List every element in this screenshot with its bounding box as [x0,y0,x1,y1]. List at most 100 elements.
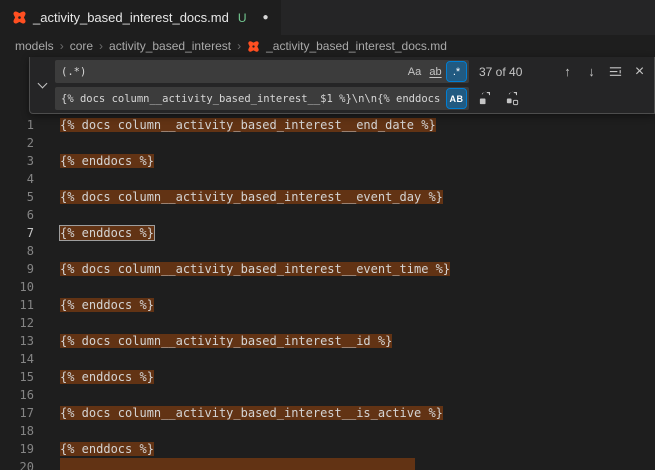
editor-line[interactable]: 13 {% docs column__activity_based_intere… [0,332,655,350]
line-content[interactable]: {% docs column__activity_based_interest_… [60,332,392,350]
find-input[interactable]: (.*) Aa ab .* [55,60,469,83]
line-content[interactable]: {% enddocs %} [60,368,154,386]
breadcrumb-item-models[interactable]: models [15,39,54,53]
line-text: {% enddocs %} [60,298,154,312]
line-content[interactable]: {% docs column__activity_based_interest_… [60,188,443,206]
find-actions: ↑ ↓ × [557,61,650,82]
tab-title: _activity_based_interest_docs.md [33,10,229,25]
breadcrumb-item-activity-based-interest[interactable]: activity_based_interest [109,39,231,53]
partial-match-highlight [60,458,415,470]
replace-input[interactable]: {% docs column__activity_based_interest_… [55,87,469,110]
line-number[interactable]: 8 [0,242,34,260]
line-number[interactable]: 14 [0,350,34,368]
find-row: (.*) Aa ab .* 37 of 40 ↑ ↓ [55,60,650,83]
close-button[interactable]: × [629,61,650,82]
line-content[interactable] [60,458,415,470]
line-number[interactable]: 6 [0,206,34,224]
replace-button[interactable] [475,88,496,109]
find-options: Aa ab .* [405,62,466,81]
replace-row: {% docs column__activity_based_interest_… [55,87,650,110]
chevron-right-icon: › [60,39,64,53]
line-content[interactable]: {% enddocs %} [60,440,154,458]
line-number[interactable]: 18 [0,422,34,440]
line-number[interactable]: 2 [0,134,34,152]
editor-line[interactable]: 7 {% enddocs %} [0,224,655,242]
editor-line[interactable]: 20 [0,458,655,470]
match-case-button[interactable]: Aa [405,62,424,81]
editor-line[interactable]: 10 [0,278,655,296]
editor-line[interactable]: 3 {% enddocs %} [0,152,655,170]
line-number[interactable]: 15 [0,368,34,386]
breadcrumb-file-icon [247,40,260,53]
line-number[interactable]: 20 [0,458,34,470]
selection-lines-icon [608,64,623,79]
vscode-window: _activity_based_interest_docs.md U ● mod… [0,0,655,470]
find-results-count: 37 of 40 [479,65,522,79]
chevron-right-icon: › [237,39,241,53]
replace-icon [478,91,493,106]
line-number[interactable]: 7 [0,224,34,242]
editor-line[interactable]: 14 [0,350,655,368]
line-content[interactable]: {% docs column__activity_based_interest_… [60,116,436,134]
line-number[interactable]: 5 [0,188,34,206]
line-text: {% enddocs %} [60,154,154,168]
whole-word-button[interactable]: ab [426,62,445,81]
line-content[interactable]: {% enddocs %} [60,296,154,314]
replace-all-icon [505,91,520,106]
editor-lines[interactable]: 1 {% docs column__activity_based_interes… [0,57,655,470]
line-number[interactable]: 12 [0,314,34,332]
line-number[interactable]: 10 [0,278,34,296]
editor-line[interactable]: 1 {% docs column__activity_based_interes… [0,116,655,134]
editor-line[interactable]: 2 [0,134,655,152]
line-number[interactable]: 1 [0,116,34,134]
line-number[interactable]: 4 [0,170,34,188]
tab-activity-based-interest-docs[interactable]: _activity_based_interest_docs.md U ● [0,0,282,35]
editor-line[interactable]: 16 [0,386,655,404]
line-number[interactable]: 11 [0,296,34,314]
preserve-case-button[interactable]: AB [447,89,466,108]
editor-line[interactable]: 5 {% docs column__activity_based_interes… [0,188,655,206]
line-text: {% enddocs %} [60,442,154,456]
editor-line[interactable]: 17 {% docs column__activity_based_intere… [0,404,655,422]
editor-line[interactable]: 15 {% enddocs %} [0,368,655,386]
line-content[interactable]: {% docs column__activity_based_interest_… [60,404,443,422]
line-content[interactable]: {% enddocs %} [60,224,154,242]
tab-bar: _activity_based_interest_docs.md U ● [0,0,655,35]
line-number[interactable]: 13 [0,332,34,350]
next-match-button[interactable]: ↓ [581,61,602,82]
line-text: {% docs column__activity_based_interest_… [60,406,443,420]
regex-button[interactable]: .* [447,62,466,81]
editor-line[interactable]: 6 [0,206,655,224]
editor[interactable]: (.*) Aa ab .* 37 of 40 ↑ ↓ [0,57,655,470]
breadcrumb-file[interactable]: _activity_based_interest_docs.md [266,39,447,53]
arrow-down-icon: ↓ [588,64,595,79]
line-number[interactable]: 19 [0,440,34,458]
replace-options: AB [447,89,466,108]
line-number[interactable]: 16 [0,386,34,404]
line-number[interactable]: 3 [0,152,34,170]
modified-indicator-dot[interactable]: ● [263,12,269,23]
previous-match-button[interactable]: ↑ [557,61,578,82]
line-text: {% enddocs %} [60,226,154,240]
editor-line[interactable]: 11 {% enddocs %} [0,296,655,314]
editor-line[interactable]: 8 [0,242,655,260]
editor-line[interactable]: 9 {% docs column__activity_based_interes… [0,260,655,278]
line-content[interactable]: {% enddocs %} [60,152,154,170]
line-number[interactable]: 17 [0,404,34,422]
dbt-file-icon [12,10,27,25]
find-in-selection-button[interactable] [605,61,626,82]
editor-line[interactable]: 4 [0,170,655,188]
line-text: {% docs column__activity_based_interest_… [60,334,392,348]
line-text: {% docs column__activity_based_interest_… [60,262,450,276]
editor-line[interactable]: 18 [0,422,655,440]
breadcrumb-item-core[interactable]: core [70,39,93,53]
editor-line[interactable]: 19 {% enddocs %} [0,440,655,458]
editor-line[interactable]: 12 [0,314,655,332]
line-number[interactable]: 9 [0,260,34,278]
line-content[interactable]: {% docs column__activity_based_interest_… [60,260,450,278]
toggle-replace-button[interactable] [30,60,55,110]
replace-all-button[interactable] [502,88,523,109]
chevron-right-icon: › [99,39,103,53]
chevron-down-icon [38,79,48,89]
git-status-badge: U [238,11,247,25]
